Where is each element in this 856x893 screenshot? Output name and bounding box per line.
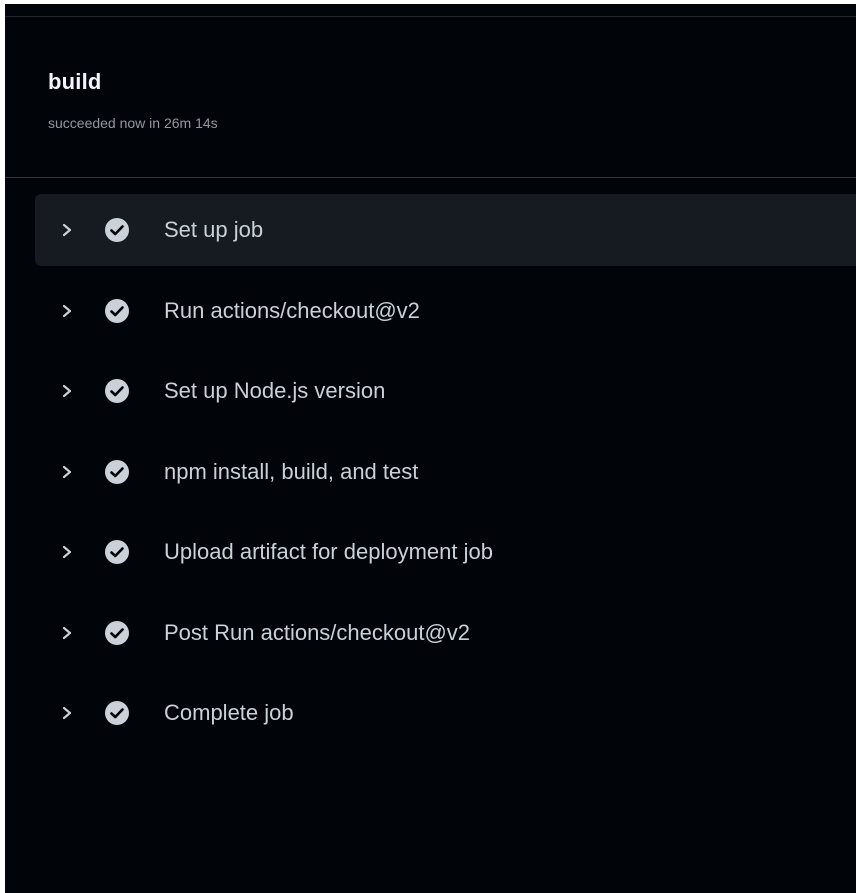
chevron-right-icon[interactable] xyxy=(60,703,74,723)
step-upload-artifact[interactable]: Upload artifact for deployment job xyxy=(5,516,856,588)
chevron-right-icon[interactable] xyxy=(60,381,74,401)
chevron-right-icon[interactable] xyxy=(60,542,74,562)
step-label: Set up Node.js version xyxy=(164,378,386,403)
step-label: Run actions/checkout@v2 xyxy=(164,297,420,323)
step-label: Upload artifact for deployment job xyxy=(164,539,493,564)
step-set-up-node[interactable]: Set up Node.js version xyxy=(5,355,856,427)
check-circle-icon xyxy=(104,539,130,565)
chevron-right-icon[interactable] xyxy=(60,462,74,482)
job-log-panel: build succeeded now in 26m 14s Set up jo… xyxy=(5,4,856,893)
check-circle-icon xyxy=(104,217,130,243)
chevron-right-icon[interactable] xyxy=(60,301,74,321)
check-circle-icon xyxy=(104,298,130,324)
chevron-right-icon[interactable] xyxy=(60,623,74,643)
step-set-up-job[interactable]: Set up job xyxy=(35,194,856,266)
step-npm-install[interactable]: npm install, build, and test xyxy=(5,436,856,508)
step-complete-job[interactable]: Complete job xyxy=(5,677,856,749)
check-circle-icon xyxy=(104,459,130,485)
check-circle-icon xyxy=(104,620,130,646)
job-status-text: succeeded now in 26m 14s xyxy=(48,115,218,131)
step-label: Post Run actions/checkout@v2 xyxy=(164,619,471,645)
chevron-right-icon[interactable] xyxy=(60,220,74,240)
check-circle-icon xyxy=(104,378,130,404)
job-title: build xyxy=(48,69,102,94)
step-label: npm install, build, and test xyxy=(164,458,419,484)
step-label: Set up job xyxy=(164,217,264,242)
job-steps-list: Set up job Run actions/checkout@v2 Set u… xyxy=(5,194,856,758)
job-header: build succeeded now in 26m 14s xyxy=(5,17,856,178)
check-circle-icon xyxy=(104,700,130,726)
step-post-run-checkout[interactable]: Post Run actions/checkout@v2 xyxy=(5,597,856,669)
step-run-checkout[interactable]: Run actions/checkout@v2 xyxy=(5,275,856,347)
header-divider xyxy=(5,177,856,178)
step-label: Complete job xyxy=(164,700,294,725)
